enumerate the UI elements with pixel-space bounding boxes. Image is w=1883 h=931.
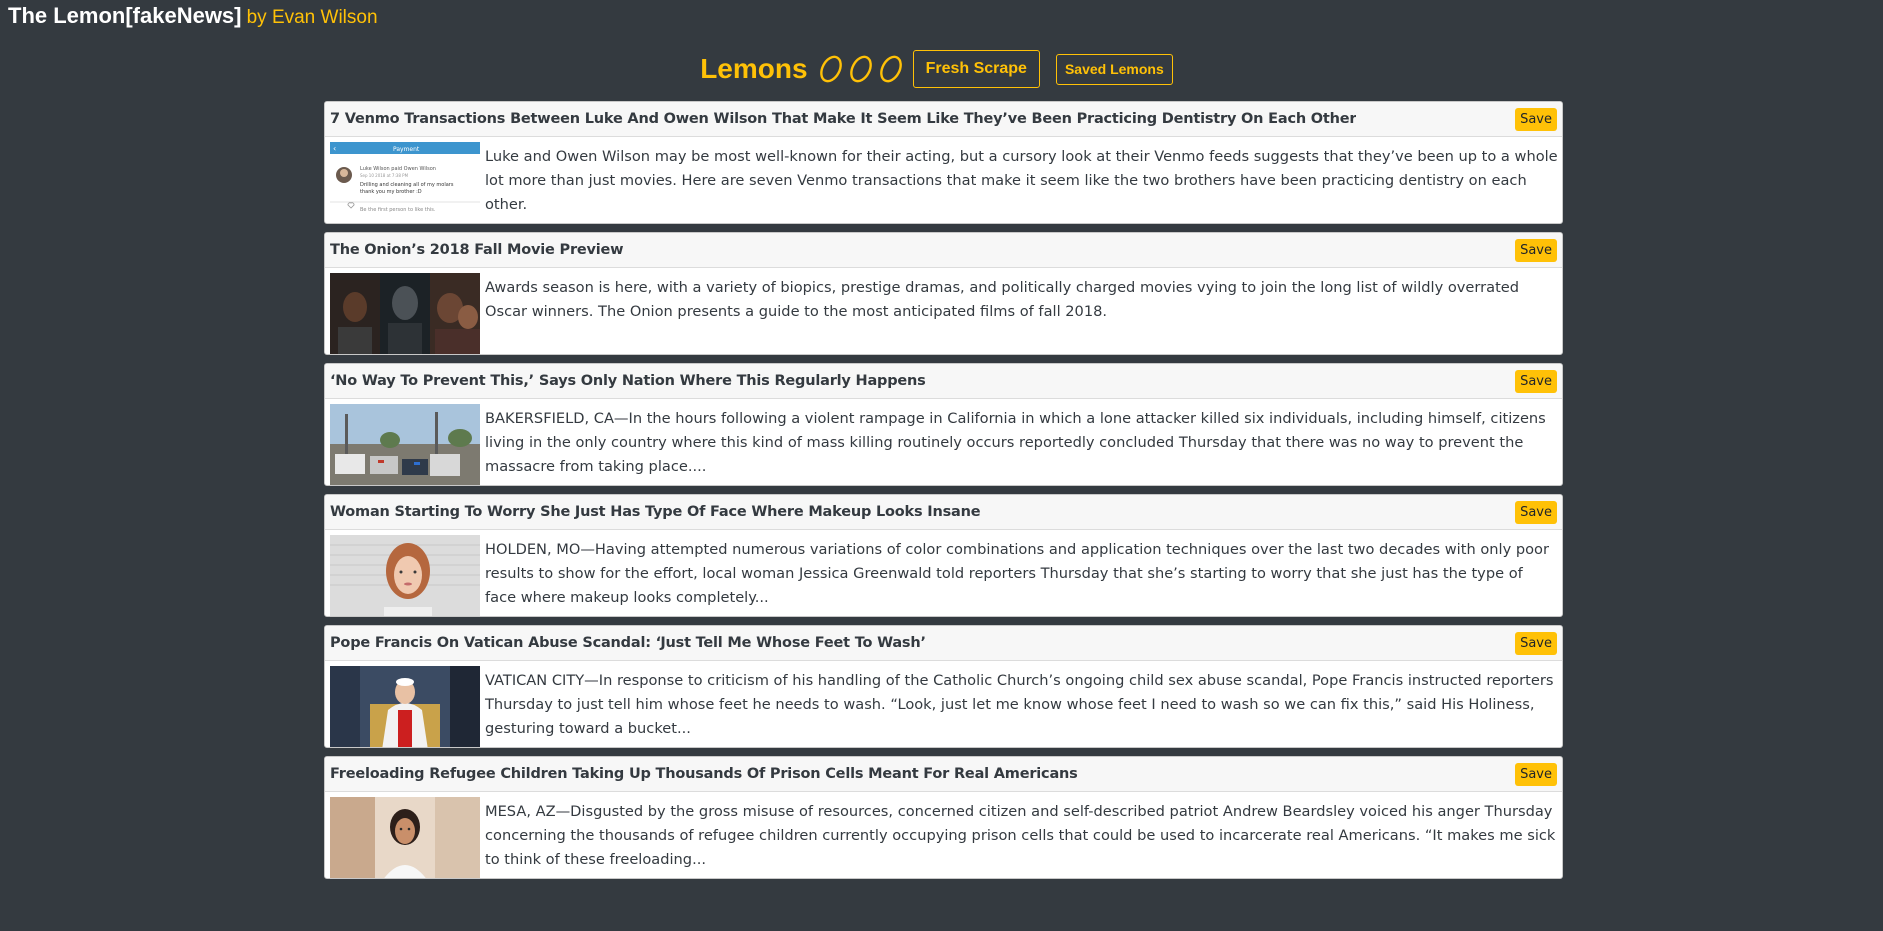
article-title[interactable]: Pope Francis On Vatican Abuse Scandal: ‘… [330, 635, 926, 651]
venmo-header-text: Payment [393, 146, 420, 153]
article-title[interactable]: Woman Starting To Worry She Just Has Typ… [330, 504, 980, 520]
article-card: 7 Venmo Transactions Between Luke And Ow… [324, 101, 1563, 224]
article-title[interactable]: Freeloading Refugee Children Taking Up T… [330, 766, 1078, 782]
lemon-icon [876, 54, 906, 84]
article-thumbnail[interactable] [330, 404, 480, 485]
article-thumbnail[interactable]: ‹ Payment Luke Wilson paid Owen Wilson S… [330, 142, 480, 223]
lemon-icon [846, 54, 876, 84]
hero-bar: Lemons Fresh Scrape Saved Lemons [0, 50, 1883, 88]
article-header: The Onion’s 2018 Fall Movie Preview Save [325, 233, 1562, 268]
article-summary: BAKERSFIELD, CA—In the hours following a… [485, 410, 1546, 475]
save-button[interactable]: Save [1515, 762, 1557, 786]
article-list: 7 Venmo Transactions Between Luke And Ow… [324, 101, 1563, 887]
article-thumbnail[interactable] [330, 535, 480, 616]
save-button[interactable]: Save [1515, 500, 1557, 524]
page-heading: Lemons [700, 53, 905, 85]
brand[interactable]: The Lemon[fakeNews] by Evan Wilson [8, 3, 378, 29]
venmo-note-line-1: Drilling and cleaning all of my molars [360, 182, 454, 188]
article-summary: VATICAN CITY—In response to criticism of… [485, 672, 1554, 737]
save-button[interactable]: Save [1515, 238, 1557, 262]
article-card: The Onion’s 2018 Fall Movie Preview Save [324, 232, 1563, 355]
venmo-payer-text: Luke Wilson paid Owen Wilson [360, 166, 436, 172]
article-body: HOLDEN, MO—Having attempted numerous var… [325, 530, 1562, 616]
article-summary: Luke and Owen Wilson may be most well-kn… [485, 148, 1558, 213]
article-title[interactable]: ‘No Way To Prevent This,’ Says Only Nati… [330, 373, 926, 389]
article-title[interactable]: The Onion’s 2018 Fall Movie Preview [330, 242, 623, 258]
article-card: Freeloading Refugee Children Taking Up T… [324, 756, 1563, 879]
article-header: 7 Venmo Transactions Between Luke And Ow… [325, 102, 1562, 137]
article-card: Woman Starting To Worry She Just Has Typ… [324, 494, 1563, 617]
article-thumbnail[interactable] [330, 797, 480, 878]
venmo-like-text: Be the first person to like this. [360, 207, 436, 213]
article-thumbnail[interactable] [330, 273, 480, 354]
article-title[interactable]: 7 Venmo Transactions Between Luke And Ow… [330, 111, 1356, 127]
save-button[interactable]: Save [1515, 369, 1557, 393]
article-body: MESA, AZ—Disgusted by the gross misuse o… [325, 792, 1562, 878]
article-summary: HOLDEN, MO—Having attempted numerous var… [485, 541, 1549, 606]
article-card: ‘No Way To Prevent This,’ Says Only Nati… [324, 363, 1563, 486]
save-button[interactable]: Save [1515, 631, 1557, 655]
article-summary: MESA, AZ—Disgusted by the gross misuse o… [485, 803, 1556, 868]
brand-byline: by Evan Wilson [246, 7, 378, 28]
article-summary: Awards season is here, with a variety of… [485, 279, 1520, 320]
venmo-date-text: Sep 10 2018 at 7:38 PM [360, 173, 409, 178]
article-card: Pope Francis On Vatican Abuse Scandal: ‘… [324, 625, 1563, 748]
venmo-note-line-2: thank you my brother :D [360, 189, 422, 195]
article-body: BAKERSFIELD, CA—In the hours following a… [325, 399, 1562, 485]
article-header: Woman Starting To Worry She Just Has Typ… [325, 495, 1562, 530]
save-button[interactable]: Save [1515, 107, 1557, 131]
fresh-scrape-button[interactable]: Fresh Scrape [912, 50, 1040, 88]
article-thumbnail[interactable] [330, 666, 480, 747]
article-body: VATICAN CITY—In response to criticism of… [325, 661, 1562, 747]
article-body: ‹ Payment Luke Wilson paid Owen Wilson S… [325, 137, 1562, 223]
article-header: ‘No Way To Prevent This,’ Says Only Nati… [325, 364, 1562, 399]
article-header: Freeloading Refugee Children Taking Up T… [325, 757, 1562, 792]
saved-lemons-button[interactable]: Saved Lemons [1055, 53, 1173, 85]
svg-text:‹: ‹ [333, 144, 336, 153]
page-heading-label: Lemons [700, 53, 808, 84]
article-header: Pope Francis On Vatican Abuse Scandal: ‘… [325, 626, 1562, 661]
lemon-icon [816, 54, 846, 84]
brand-title[interactable]: The Lemon[fakeNews] [8, 3, 242, 28]
lemon-icons [816, 54, 906, 84]
article-body: Awards season is here, with a variety of… [325, 268, 1562, 354]
